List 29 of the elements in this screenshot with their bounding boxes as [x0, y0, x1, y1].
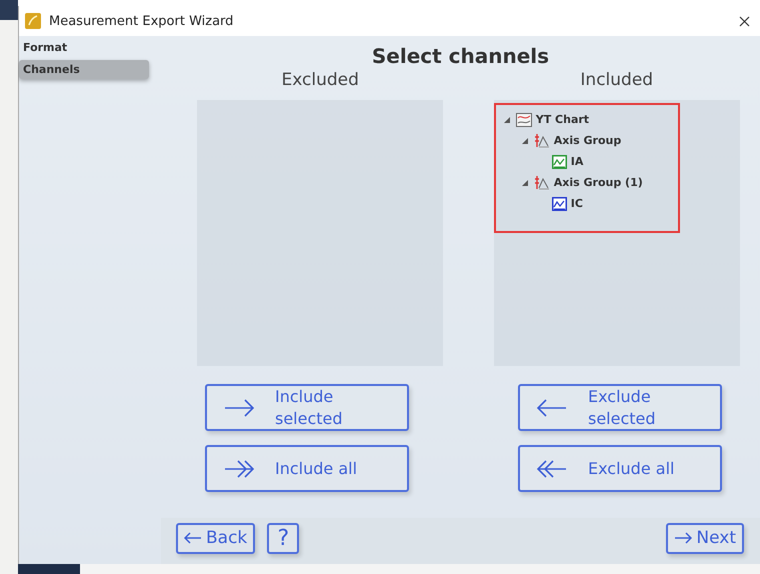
included-list[interactable]: YT Chart Axis Group IA Axis Group (1) IC	[494, 100, 740, 366]
sidebar-item[interactable]: Format	[19, 38, 149, 57]
sidebar-item[interactable]: Channels	[19, 60, 149, 79]
excluded-label: Excluded	[282, 70, 359, 90]
tree-item[interactable]: YT Chart	[536, 113, 590, 126]
tree-item[interactable]: IA	[570, 155, 584, 168]
expand-triangle-icon[interactable]	[504, 116, 510, 122]
back-button[interactable]: Back	[176, 522, 256, 554]
action-button[interactable]: Include all	[205, 445, 409, 492]
expand-triangle-icon[interactable]	[522, 180, 528, 186]
right-arrow-icon	[674, 532, 692, 544]
axis-icon	[534, 133, 550, 148]
left-arrow-icon	[184, 532, 202, 544]
help-button[interactable]: ?	[267, 522, 300, 554]
page-heading: Select channels	[370, 44, 550, 68]
included-label: Included	[580, 70, 654, 90]
chart-icon	[516, 112, 532, 126]
next-button[interactable]: Next	[666, 522, 744, 554]
action-button[interactable]: Exclude all	[518, 445, 722, 492]
app-icon	[25, 13, 41, 29]
close-icon[interactable]	[739, 16, 750, 26]
action-button[interactable]: Include selected	[205, 384, 409, 431]
axis-icon	[534, 175, 550, 190]
expand-triangle-icon[interactable]	[522, 138, 528, 144]
window-title: Measurement Export Wizard	[49, 14, 234, 28]
tree-item[interactable]: Axis Group	[554, 134, 622, 147]
action-button[interactable]: Exclude selected	[518, 384, 722, 431]
tree-item[interactable]: Axis Group (1)	[554, 176, 643, 189]
tree-item[interactable]: IC	[570, 197, 583, 210]
